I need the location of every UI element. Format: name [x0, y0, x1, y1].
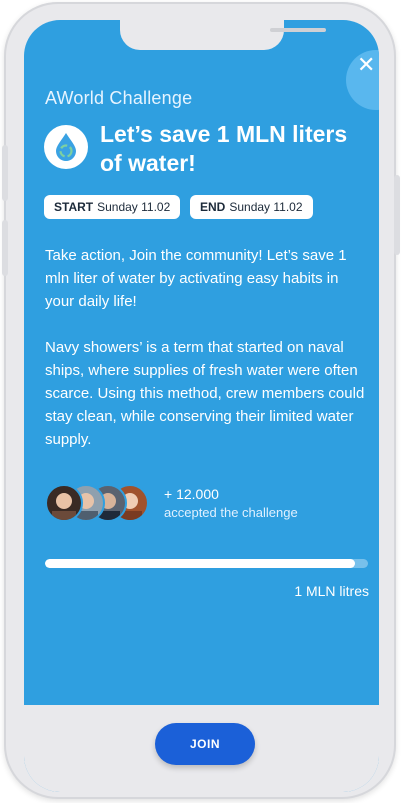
challenge-description: Take action, Join the community! Let’s s…: [45, 244, 370, 451]
participants-caption: accepted the challenge: [164, 505, 298, 520]
close-button[interactable]: ✕: [346, 50, 379, 110]
start-label: START: [54, 200, 94, 214]
participants-count: + 12.000: [164, 486, 219, 502]
end-date: Sunday 11.02: [229, 200, 303, 214]
challenge-title: Let’s save 1 MLN liters of water!: [100, 121, 348, 176]
phone-notch: [120, 20, 326, 50]
challenge-progress-bar: [45, 559, 368, 568]
goal-label: 1 MLN litres: [294, 583, 369, 599]
phone-power-button: [394, 175, 400, 255]
start-date-badge: START Sunday 11.02: [44, 195, 181, 219]
participant-avatars: [45, 484, 155, 522]
description-paragraph: Navy showers’ is a term that started on …: [45, 339, 365, 448]
end-date-badge: END Sunday 11.02: [190, 195, 313, 219]
challenge-screen: ✕ AWorld Challenge Let’s save 1 MLN lite…: [24, 20, 379, 792]
start-date: Sunday 11.02: [97, 200, 171, 214]
description-paragraph: Take action, Join the community! Let’s s…: [45, 247, 347, 310]
close-icon: ✕: [357, 52, 376, 77]
end-label: END: [200, 200, 226, 214]
avatar: [45, 484, 83, 522]
phone-side-button: [2, 220, 8, 276]
progress-fill: [45, 559, 356, 568]
water-drop-recycle-icon: [44, 125, 88, 169]
speaker-grille: [270, 28, 326, 32]
brand-title: AWorld Challenge: [45, 88, 193, 108]
join-button[interactable]: JOIN: [155, 723, 255, 765]
phone-side-button: [2, 145, 8, 201]
